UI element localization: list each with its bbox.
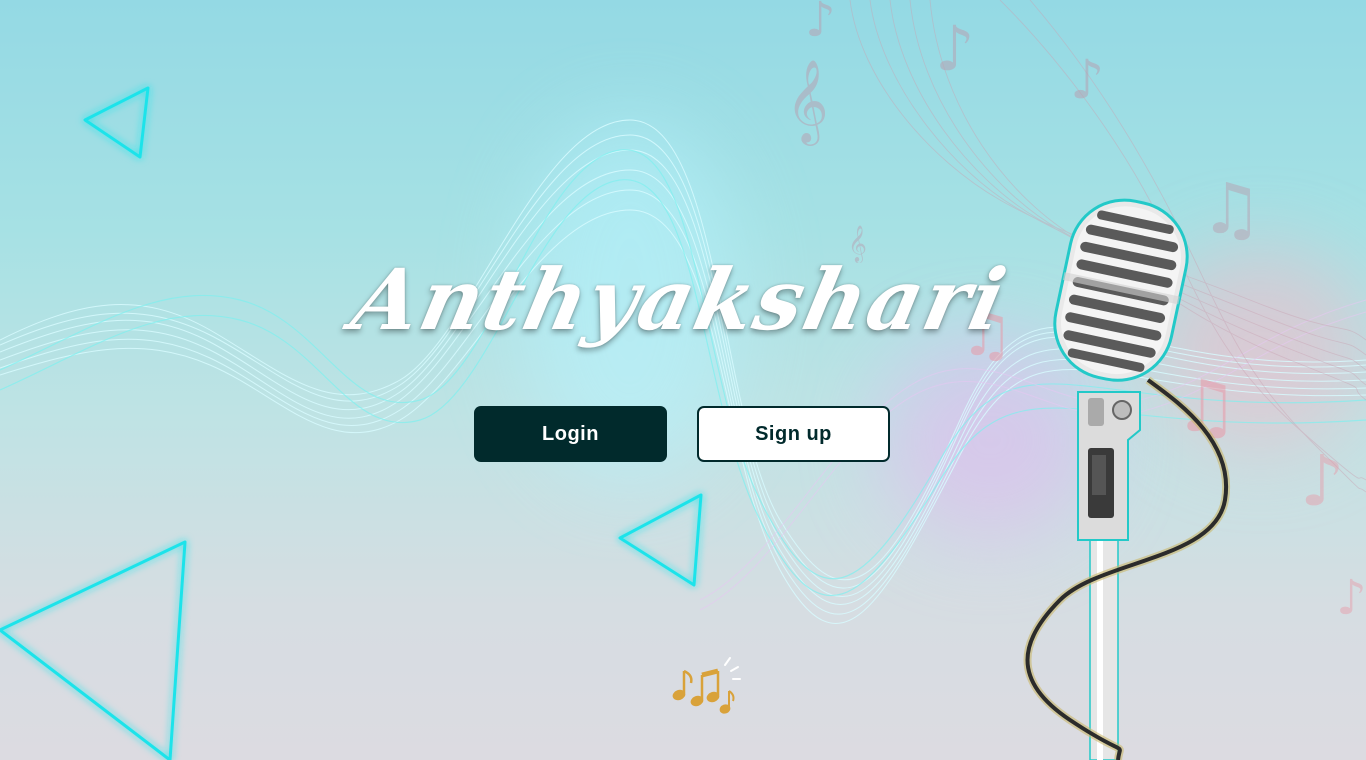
- login-button[interactable]: Login: [474, 406, 667, 462]
- signup-button[interactable]: Sign up: [697, 406, 890, 462]
- microphone-icon: [1023, 198, 1231, 760]
- music-notes-icon: [672, 657, 741, 714]
- app-title: Anthyakshari: [344, 250, 1016, 349]
